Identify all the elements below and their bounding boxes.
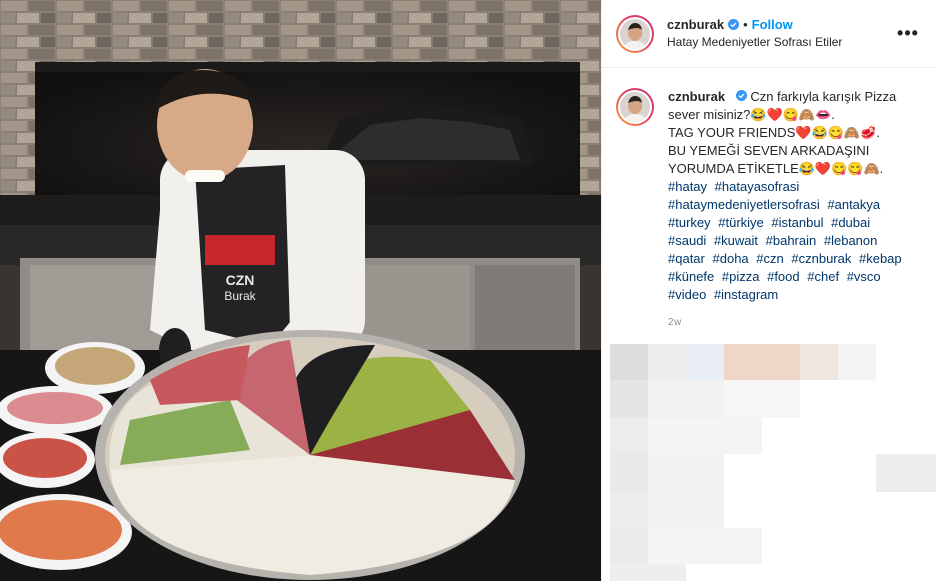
caption-block: cznburak Czn farkıyla karışık Pizza seve… (602, 68, 936, 332)
hashtag-link[interactable]: #food (767, 269, 800, 284)
hashtag-link[interactable]: #bahrain (766, 233, 817, 248)
svg-text:Burak: Burak (224, 289, 256, 303)
separator-dot: • (743, 17, 748, 32)
instagram-post: CZN Burak cznburak • Follow Hatay Medeni… (0, 0, 936, 581)
header-text: cznburak • Follow Hatay Medeniyetler Sof… (667, 16, 896, 51)
hashtag-link[interactable]: #hatayasofrasi (715, 179, 800, 194)
pizza-tray (95, 330, 525, 580)
hashtag-link[interactable]: #chef (807, 269, 839, 284)
avatar-image (620, 92, 650, 122)
hashtag-link[interactable]: #czn (756, 251, 783, 266)
hashtag-link[interactable]: #instagram (714, 287, 778, 302)
blurred-comments (610, 344, 936, 581)
hashtag-link[interactable]: #türkiye (718, 215, 764, 230)
hashtag-link[interactable]: #vsco (847, 269, 881, 284)
hashtag-list: #hatay #hatayasofrasi #hataymedeniyetler… (668, 179, 906, 302)
hashtag-link[interactable]: #doha (713, 251, 749, 266)
hashtag-link[interactable]: #künefe (668, 269, 714, 284)
hashtag-link[interactable]: #saudi (668, 233, 706, 248)
video-frame-image: CZN Burak (0, 0, 601, 581)
hashtag-link[interactable]: #cznburak (791, 251, 851, 266)
hashtag-link[interactable]: #dubai (831, 215, 870, 230)
hashtag-link[interactable]: #turkey (668, 215, 711, 230)
caption-line-2: TAG YOUR FRIENDS❤️😂😋🙈🥩. (668, 125, 880, 140)
more-options-icon[interactable]: ••• (896, 22, 920, 46)
hashtag-link[interactable]: #hataymedeniyetlersofrasi (668, 197, 820, 212)
hashtag-link[interactable]: #kuwait (714, 233, 758, 248)
svg-text:CZN: CZN (226, 272, 255, 288)
post-video[interactable]: CZN Burak (0, 0, 601, 581)
hashtag-link[interactable]: #antakya (827, 197, 880, 212)
caption-avatar[interactable] (616, 88, 654, 126)
verified-badge-icon (735, 90, 747, 101)
post-sidebar: cznburak • Follow Hatay Medeniyetler Sof… (601, 0, 936, 581)
hashtag-link[interactable]: #video (668, 287, 706, 302)
follow-button[interactable]: Follow (752, 16, 793, 33)
username-link[interactable]: cznburak (667, 16, 724, 33)
caption-username[interactable]: cznburak (668, 89, 725, 104)
location-link[interactable]: Hatay Medeniyetler Sofrası Etiler (667, 34, 896, 51)
verified-badge-icon (728, 19, 740, 30)
hashtag-link[interactable]: #istanbul (771, 215, 823, 230)
hashtag-link[interactable]: #pizza (722, 269, 760, 284)
hashtag-link[interactable]: #lebanon (824, 233, 878, 248)
post-header: cznburak • Follow Hatay Medeniyetler Sof… (602, 0, 936, 68)
post-timestamp: 2w (668, 317, 682, 328)
avatar-image (620, 18, 650, 49)
caption-text: cznburak Czn farkıyla karışık Pizza seve… (668, 88, 918, 332)
hashtag-link[interactable]: #qatar (668, 251, 705, 266)
hashtag-link[interactable]: #kebap (859, 251, 902, 266)
profile-avatar[interactable] (616, 14, 654, 53)
hashtag-link[interactable]: #hatay (668, 179, 707, 194)
caption-line-3: BU YEMEĞİ SEVEN ARKADAŞINI YORUMDA ETİKE… (668, 143, 884, 176)
